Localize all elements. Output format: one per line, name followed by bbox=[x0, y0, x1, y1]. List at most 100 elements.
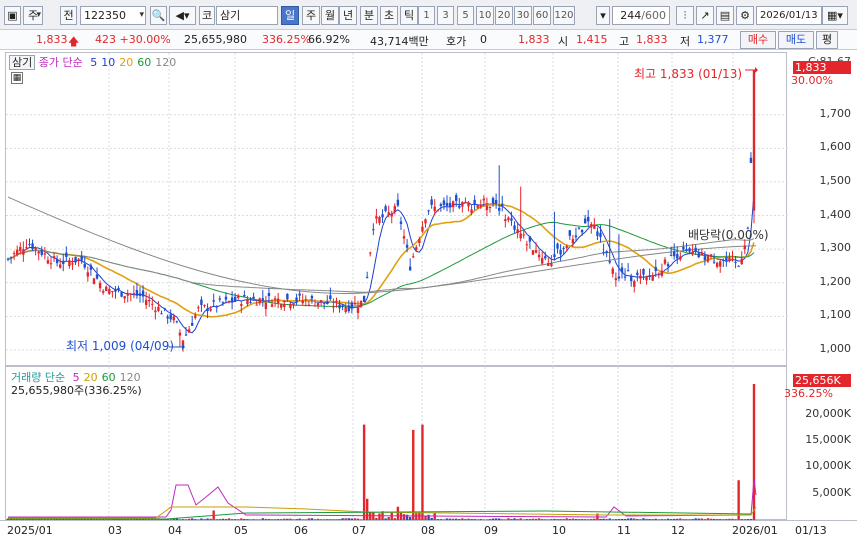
candle-body bbox=[49, 263, 53, 265]
interval-5-button[interactable]: 30 bbox=[514, 6, 532, 25]
candle-body bbox=[184, 334, 188, 336]
stock-name-tag[interactable]: 삼기 bbox=[9, 55, 36, 70]
x-axis-label: 2026/01 bbox=[732, 524, 778, 537]
period-4-button[interactable]: 분 bbox=[360, 6, 378, 25]
candle bbox=[123, 295, 126, 303]
market-select[interactable]: 주 ▾ bbox=[23, 6, 43, 25]
volume-bar bbox=[362, 424, 366, 520]
candle-body bbox=[329, 295, 332, 299]
candle-body bbox=[740, 258, 743, 265]
candle bbox=[626, 263, 630, 272]
code-input[interactable]: 122350 ▾ bbox=[80, 6, 146, 25]
candle-body bbox=[402, 236, 406, 239]
candle-body bbox=[197, 307, 200, 309]
candle-body bbox=[743, 245, 746, 250]
candle bbox=[620, 262, 624, 279]
candle-body bbox=[709, 254, 713, 258]
date-input[interactable]: 2026/01/13 bbox=[756, 6, 822, 25]
candle-body bbox=[151, 303, 154, 305]
candle bbox=[715, 261, 719, 269]
period-2-button[interactable]: 월 bbox=[321, 6, 339, 25]
settings-icon[interactable]: ⚙ bbox=[736, 6, 754, 25]
candle bbox=[461, 201, 464, 213]
high-arrow-head bbox=[755, 67, 758, 73]
candle bbox=[160, 310, 163, 315]
interval-4-button[interactable]: 20 bbox=[495, 6, 513, 25]
candle-body bbox=[626, 270, 630, 272]
candle bbox=[126, 289, 129, 303]
candle bbox=[427, 209, 430, 215]
interval-3-button[interactable]: 10 bbox=[476, 6, 494, 25]
candle-body bbox=[620, 267, 624, 273]
period-6-button[interactable]: 틱 bbox=[400, 6, 418, 25]
candle-body bbox=[458, 205, 461, 208]
candle-body bbox=[645, 276, 648, 281]
candle-body bbox=[525, 244, 529, 246]
interval-1-button[interactable]: 3 bbox=[437, 6, 454, 25]
candle-body bbox=[516, 229, 519, 234]
period-0-button[interactable]: 일 bbox=[281, 6, 299, 25]
candle bbox=[648, 268, 651, 281]
low-value: 1,377 bbox=[697, 33, 729, 46]
candle-body bbox=[574, 235, 578, 238]
dropdown-arrow[interactable]: ▾ bbox=[596, 6, 610, 25]
period-3-button[interactable]: 년 bbox=[339, 6, 357, 25]
price-chart-panel[interactable] bbox=[5, 52, 788, 367]
candle-body bbox=[292, 303, 295, 306]
speaker-icon[interactable]: ◀▾ bbox=[169, 6, 196, 25]
search-icon[interactable]: 🔍 bbox=[150, 6, 167, 25]
candle-body bbox=[135, 290, 139, 296]
period-5-button[interactable]: 초 bbox=[380, 6, 398, 25]
candle bbox=[227, 300, 231, 304]
stock-name-input[interactable]: 삼기 bbox=[216, 6, 278, 25]
type-label[interactable]: 코 bbox=[199, 6, 215, 25]
candle-body bbox=[356, 307, 360, 313]
candle-body bbox=[31, 243, 34, 250]
interval-2-button[interactable]: 5 bbox=[457, 6, 474, 25]
candle bbox=[442, 197, 446, 210]
pct-label: 30.00% bbox=[791, 74, 833, 87]
candle-body bbox=[350, 302, 354, 309]
interval-0-button[interactable]: 1 bbox=[418, 6, 435, 25]
candle bbox=[298, 290, 301, 302]
buy-button[interactable]: 매수 bbox=[740, 31, 776, 49]
candle bbox=[178, 329, 182, 347]
draw-line-icon[interactable]: ↗ bbox=[696, 6, 714, 25]
grid-icon[interactable]: ▦ bbox=[11, 72, 23, 84]
candle-body bbox=[556, 243, 559, 249]
range-button[interactable]: 전 bbox=[60, 6, 77, 25]
low-label: 저 bbox=[680, 35, 691, 48]
save-icon[interactable]: ▤ bbox=[716, 6, 734, 25]
volume-y-tick: 10,000K bbox=[805, 459, 851, 473]
candle-body bbox=[580, 229, 584, 233]
calendar-icon[interactable]: ▦▾ bbox=[822, 6, 848, 25]
hoga-value: 0 bbox=[480, 33, 487, 46]
candle bbox=[175, 320, 179, 324]
candle-body bbox=[648, 275, 651, 277]
ma-line-20 bbox=[7, 203, 755, 318]
count-input[interactable]: 244/600 bbox=[612, 6, 670, 25]
eval-button[interactable]: 평 bbox=[816, 31, 838, 49]
candle-body bbox=[715, 262, 719, 267]
candle-body bbox=[700, 252, 704, 256]
price-ma-1-label: 10 bbox=[101, 56, 116, 69]
candle-body bbox=[636, 272, 639, 275]
x-axis-label: 10 bbox=[552, 524, 566, 537]
period-1-button[interactable]: 주 bbox=[302, 6, 320, 25]
open-label: 시 bbox=[558, 35, 569, 48]
candle-body bbox=[544, 256, 547, 259]
sell-button[interactable]: 매도 bbox=[778, 31, 814, 49]
candle-icon[interactable]: ⫶ bbox=[676, 6, 694, 25]
candle-body bbox=[246, 299, 249, 305]
candle-body bbox=[599, 232, 602, 238]
candle-body bbox=[240, 304, 243, 306]
layout-icon[interactable]: ▣ bbox=[4, 6, 21, 25]
interval-7-button[interactable]: 120 bbox=[553, 6, 575, 25]
interval-6-button[interactable]: 60 bbox=[533, 6, 551, 25]
candle-body bbox=[141, 290, 145, 297]
candle-body bbox=[43, 253, 47, 255]
candle bbox=[292, 302, 295, 309]
candle-body bbox=[537, 254, 541, 258]
candle-body bbox=[424, 219, 427, 224]
candle-body bbox=[372, 229, 375, 231]
